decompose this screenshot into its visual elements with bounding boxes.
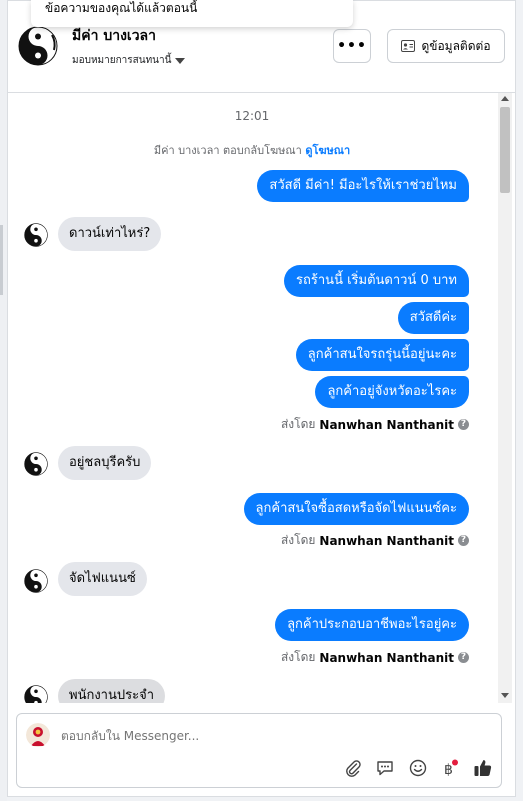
assign-conversation-dropdown[interactable]: มอบหมายการสนทนานี้ — [72, 53, 186, 68]
reply-input[interactable] — [61, 729, 361, 743]
view-contact-info-button[interactable]: ดูข้อมูลติดต่อ — [387, 29, 505, 63]
sent-by-name: Nanwhan Nanthanit — [319, 650, 454, 665]
view-ad-link[interactable]: ดูโฆษณา — [305, 144, 350, 157]
thread-scrollbar[interactable] — [498, 93, 512, 703]
sent-by-line: ส่งโดย Nanwhan Nanthanit ? — [281, 648, 469, 667]
contact-name: มีค่า บางเวลา — [72, 28, 156, 44]
scroll-down-arrow-icon[interactable] — [501, 693, 509, 698]
message-bubble-outgoing[interactable]: ลูกค้าสนใจรถรุ่นนี้อยู่นะคะ — [295, 339, 469, 371]
chat-bubble-icon[interactable] — [375, 758, 395, 778]
assign-label: มอบหมายการสนทนานี้ — [72, 55, 172, 66]
baht-icon[interactable]: ฿ — [439, 758, 459, 778]
more-options-button[interactable]: ••• — [333, 29, 371, 63]
contact-avatar-yin-yang-icon[interactable] — [24, 569, 48, 593]
sent-by-line: ส่งโดย Nanwhan Nanthanit ? — [281, 531, 469, 550]
message-bubble-outgoing[interactable]: สวัสดีค่ะ — [397, 302, 469, 334]
left-edge-marker — [0, 225, 3, 295]
sent-by-name: Nanwhan Nanthanit — [319, 417, 454, 432]
message-bubble-outgoing[interactable]: สวัสดี มีค่า! มีอะไรให้เราช่วยไหม — [257, 170, 469, 202]
thumbs-up-icon[interactable] — [473, 758, 493, 778]
caret-down-icon — [175, 57, 186, 64]
message-bubble-incoming[interactable]: จัดไฟแนนซ์ — [58, 562, 147, 596]
help-icon[interactable]: ? — [458, 652, 469, 663]
help-icon[interactable]: ? — [458, 535, 469, 546]
sent-by-name: Nanwhan Nanthanit — [319, 533, 454, 548]
sent-by-prefix: ส่งโดย — [280, 417, 316, 431]
contact-card-icon — [401, 40, 416, 52]
sent-by-prefix: ส่งโดย — [280, 650, 316, 664]
message-timestamp: 12:01 — [234, 109, 270, 123]
message-bubble-outgoing[interactable]: ลูกค้าอยู่จังหวัดอะไรคะ — [315, 376, 469, 408]
contact-avatar-yin-yang-icon[interactable] — [24, 452, 48, 476]
svg-text:฿: ฿ — [444, 762, 453, 777]
message-bubble-incoming[interactable]: พนักงานประจำ — [58, 679, 165, 703]
contact-info-label: ดูข้อมูลติดต่อ — [421, 38, 491, 53]
message-bubble-outgoing[interactable]: รถร้านนี้ เริ่มต้นดาวน์ 0 บาท — [284, 265, 469, 297]
message-bubble-outgoing[interactable]: ลูกค้าประกอบอาชีพอะไรอยู่คะ — [275, 609, 469, 641]
page-avatar — [26, 723, 50, 747]
contact-avatar-yin-yang-icon[interactable] — [24, 685, 48, 703]
more-options-label: ••• — [337, 38, 367, 54]
left-strip — [0, 0, 7, 801]
scrollbar-thumb[interactable] — [500, 107, 510, 193]
sent-by-prefix: ส่งโดย — [280, 533, 316, 547]
message-thread[interactable]: 12:01 มีค่า บางเวลา ตอบกลับโฆษณา ดูโฆษณา… — [8, 93, 496, 703]
emoji-icon[interactable] — [408, 758, 428, 778]
tooltip: ข้อความของคุณได้แล้วตอนนี้ — [31, 0, 353, 27]
scroll-up-arrow-icon[interactable] — [501, 96, 509, 101]
paperclip-icon[interactable] — [343, 758, 363, 778]
ad-reply-text: มีค่า บางเวลา ตอบกลับโฆษณา — [153, 144, 302, 157]
message-composer[interactable]: ฿ — [16, 713, 502, 788]
message-bubble-incoming[interactable]: ดาวน์เท่าไหร่? — [58, 217, 162, 251]
contact-avatar-yin-yang-icon[interactable] — [24, 223, 48, 247]
message-bubble-outgoing[interactable]: ลูกค้าสนใจซื้อสดหรือจัดไฟแนนซ์คะ — [243, 493, 469, 525]
message-bubble-incoming[interactable]: อยู่ชลบุรีครับ — [58, 446, 152, 480]
help-icon[interactable]: ? — [458, 419, 469, 430]
ad-reply-notice: มีค่า บางเวลา ตอบกลับโฆษณา ดูโฆษณา — [8, 141, 496, 159]
contact-avatar-yin-yang-icon[interactable] — [18, 26, 58, 66]
sent-by-line: ส่งโดย Nanwhan Nanthanit ? — [281, 415, 469, 434]
